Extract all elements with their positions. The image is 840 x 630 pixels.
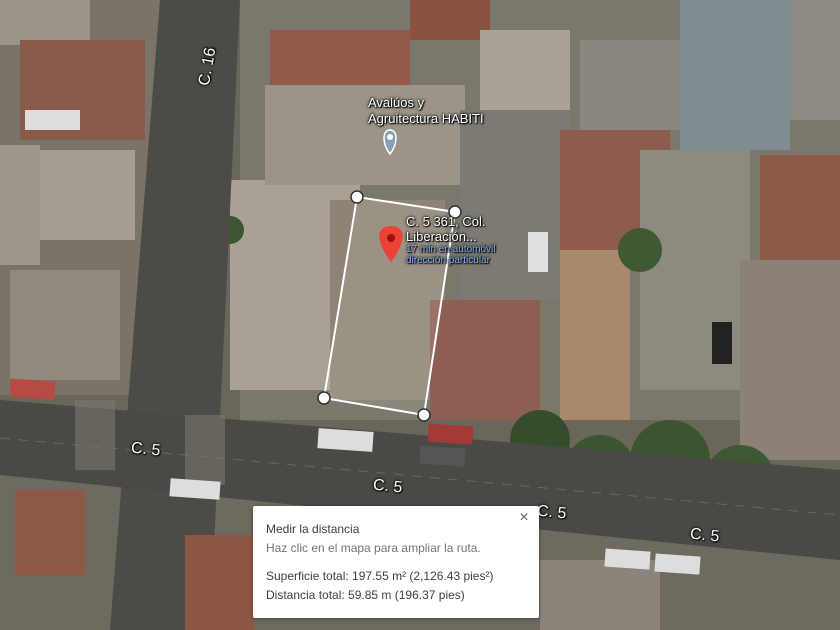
street-label-c5: C. 5 — [372, 476, 404, 497]
total-distance: Distancia total: 59.85 m (196.37 pies) — [266, 588, 465, 602]
place-sub-line1: 17 min en automóvil — [406, 244, 496, 255]
place-name-line1: C. 5 361, Col. — [406, 214, 486, 229]
panel-hint: Haz clic en el mapa para ampliar la ruta… — [266, 541, 481, 555]
street-label-c5: C. 5 — [130, 439, 162, 460]
total-area: Superficie total: 197.55 m² (2,126.43 pi… — [266, 569, 494, 583]
measure-distance-panel: × Medir la distancia Haz clic en el mapa… — [253, 506, 539, 618]
poi-name-line1: Avalúos y — [368, 95, 425, 110]
close-icon[interactable]: × — [514, 508, 534, 528]
place-name-line2: Liberación... — [406, 229, 477, 244]
measure-vertex[interactable] — [317, 391, 331, 405]
measure-vertex[interactable] — [417, 408, 431, 422]
place-sub-line2: dirección particular — [406, 255, 490, 266]
poi-label[interactable]: Avalúos y Agruitectura HABITI — [368, 95, 484, 127]
street-label-c5: C. 5 — [536, 502, 568, 523]
panel-title: Medir la distancia — [266, 522, 360, 536]
measure-vertex[interactable] — [350, 190, 364, 204]
poi-name-line2: Agruitectura HABITI — [368, 111, 484, 126]
place-label[interactable]: C. 5 361, Col. Liberación... 17 min en a… — [406, 214, 496, 266]
street-label-c5: C. 5 — [689, 525, 721, 546]
